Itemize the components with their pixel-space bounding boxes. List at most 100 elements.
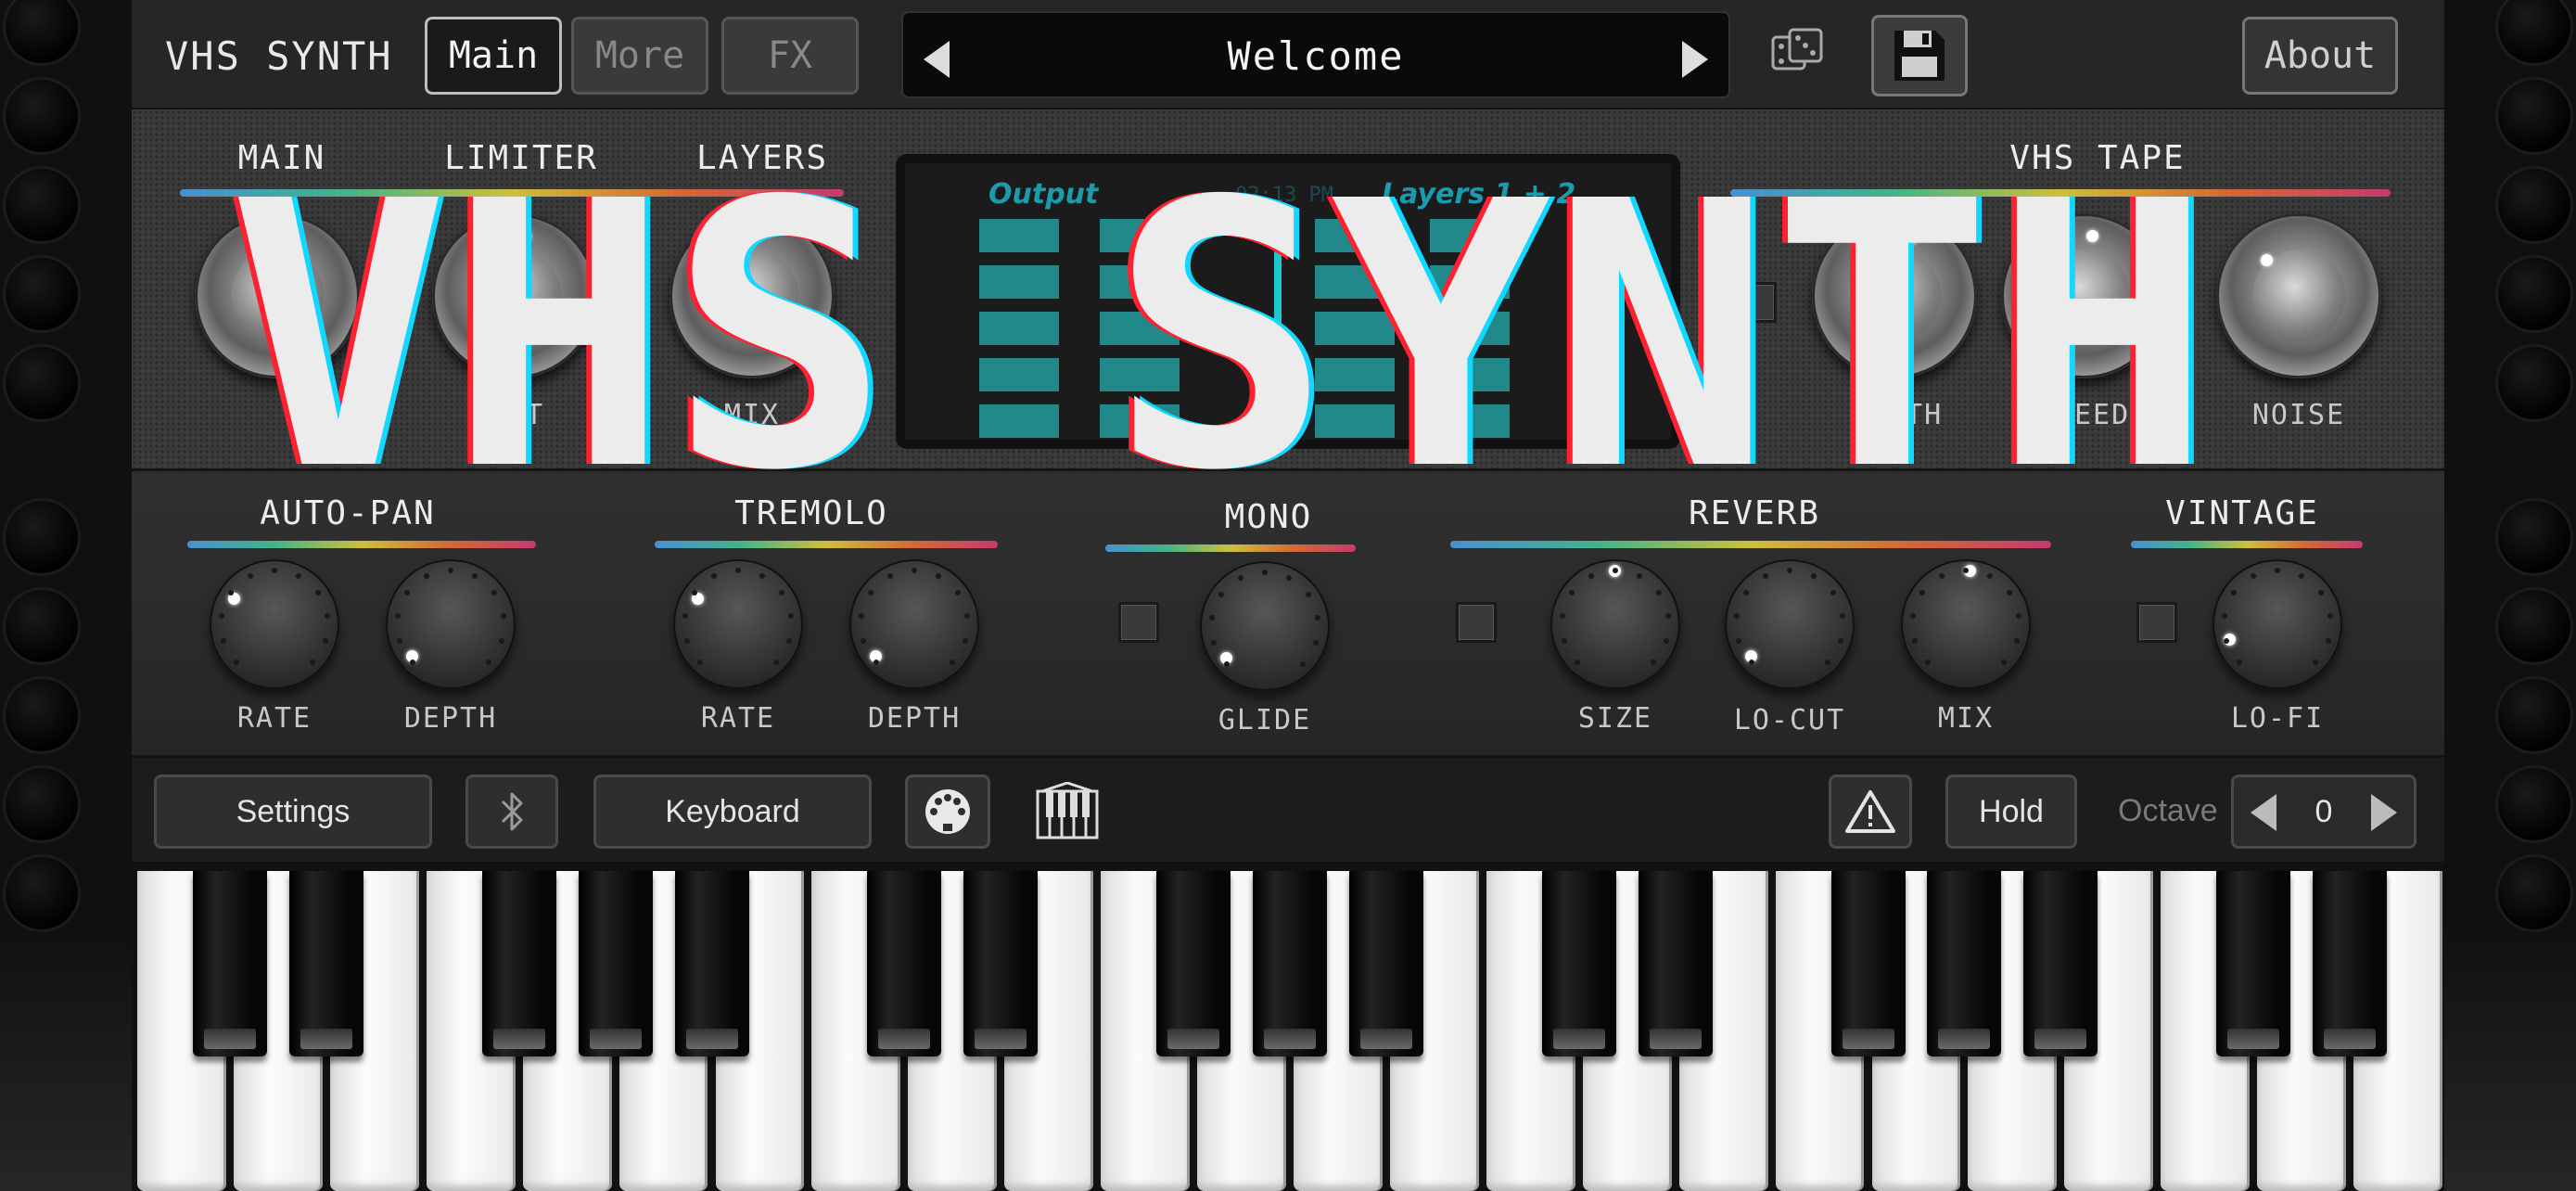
black-key[interactable] [867,871,942,1057]
knob-tick [735,568,741,573]
knob-tick [247,573,253,580]
knob-tick [2299,573,2305,580]
knob-tick [1237,575,1243,582]
knob-tick [1938,573,1945,580]
main-volume-knob[interactable] [195,213,360,378]
knob-tick [1574,660,1580,665]
chevron-right-icon[interactable] [1682,41,1708,78]
black-key[interactable] [1253,871,1327,1057]
black-key[interactable] [481,871,556,1057]
keyboard-button[interactable]: Keyboard [593,775,872,849]
black-key[interactable] [578,871,653,1057]
section-title-mono: MONO [1224,498,1313,536]
black-key[interactable] [1830,871,1906,1057]
knob-tick [409,660,415,665]
dice-icon[interactable] [1769,26,1827,83]
section-title-auto-pan: AUTO-PAN [260,494,436,532]
reverb-toggle[interactable] [1456,602,1497,643]
right-bezel [2444,0,2576,1191]
black-key[interactable] [963,871,1039,1057]
tab-main[interactable]: Main [425,17,562,95]
black-key[interactable] [288,871,363,1057]
piano-icon[interactable] [1035,782,1100,841]
black-key[interactable] [1156,871,1231,1057]
midi-button[interactable] [905,775,990,849]
knob-tick [1924,660,1931,665]
knob-label-depth: DEPTH [867,702,962,735]
reverb-locut-knob[interactable] [1725,559,1855,689]
reverb-mix-knob[interactable] [1901,559,2031,689]
tab-more[interactable]: More [571,17,708,95]
black-key[interactable] [192,871,267,1057]
black-key[interactable] [2313,871,2388,1057]
knob-tick [491,589,497,596]
black-key[interactable] [1638,871,1713,1057]
knob-tick [472,573,478,580]
black-key[interactable] [2023,871,2098,1057]
level-meter-segment [1100,265,1180,299]
knob-tick [860,637,866,644]
bluetooth-button[interactable] [465,775,558,849]
knob-label-size: SIZE [1577,702,1653,735]
knob-label-noise: NOISE [2251,399,2346,431]
knob-tick [873,660,879,665]
settings-button[interactable]: Settings [154,775,432,849]
knob-label-rate: RATE [236,702,312,735]
level-meter-segment [1430,404,1510,438]
knob-tick [1911,637,1918,644]
rainbow-divider [180,189,844,197]
knob-tick [1208,614,1215,621]
knob-tick [1588,573,1594,580]
autopan-rate-knob[interactable] [210,559,339,689]
vintage-toggle[interactable] [2136,602,2177,643]
level-meter-segment [1315,265,1395,299]
autopan-depth-knob[interactable] [386,559,516,689]
knob-tick [2326,637,2332,644]
level-meter-segment [979,265,1059,299]
hold-button[interactable]: Hold [1945,775,2077,849]
tremolo-depth-knob[interactable] [849,559,979,689]
knob-tick [2016,612,2022,619]
vhs-tape-toggle[interactable] [1736,282,1777,323]
black-key[interactable] [1927,871,2002,1057]
mono-toggle[interactable] [1118,602,1159,643]
vhs-depth-knob[interactable] [1812,213,1977,378]
knob-label-mix: MIX [1937,702,1995,735]
warning-icon [1845,790,1895,833]
black-key[interactable] [674,871,749,1057]
reverb-size-knob[interactable] [1550,559,1680,689]
about-button[interactable]: About [2242,17,2398,95]
preset-name[interactable]: Welcome [903,33,1728,79]
knob-tick [1743,589,1750,596]
vintage-lofi-knob[interactable] [2213,559,2342,689]
tremolo-rate-knob[interactable] [673,559,803,689]
knob-tick [1559,612,1565,619]
vhs-noise-knob[interactable] [2216,213,2381,378]
rainbow-divider [1730,189,2391,197]
layers-mix-knob[interactable] [670,213,835,378]
knob-tick [1811,573,1817,580]
save-button[interactable] [1871,15,1968,96]
black-key[interactable] [1348,871,1423,1057]
section-title-reverb: REVERB [1688,494,1821,532]
mono-glide-knob[interactable] [1200,561,1330,691]
knob-tick [1305,591,1311,597]
black-key[interactable] [2216,871,2291,1057]
knob-tick [404,589,411,596]
knob-tick [2231,589,2238,596]
octave-up-icon[interactable] [2371,794,2397,831]
knob-tick [1313,639,1320,646]
vhs-speed-knob[interactable] [2001,213,2166,378]
knob-tick [778,589,784,596]
knob-tick [296,573,302,580]
limiter-amount-knob[interactable] [432,213,597,378]
warning-button[interactable] [1829,775,1912,849]
knob-label-depth: DEPTH [403,702,498,735]
knob-tick [936,573,942,580]
knob-tick [2001,660,2007,665]
black-key[interactable] [1541,871,1616,1057]
knob-tick [1223,661,1230,667]
tab-fx[interactable]: FX [721,17,859,95]
synth-panel: VHS SYNTH Main More FX Welcome About MAI… [132,0,2444,1191]
knob-label-glide: GLIDE [1218,704,1312,736]
